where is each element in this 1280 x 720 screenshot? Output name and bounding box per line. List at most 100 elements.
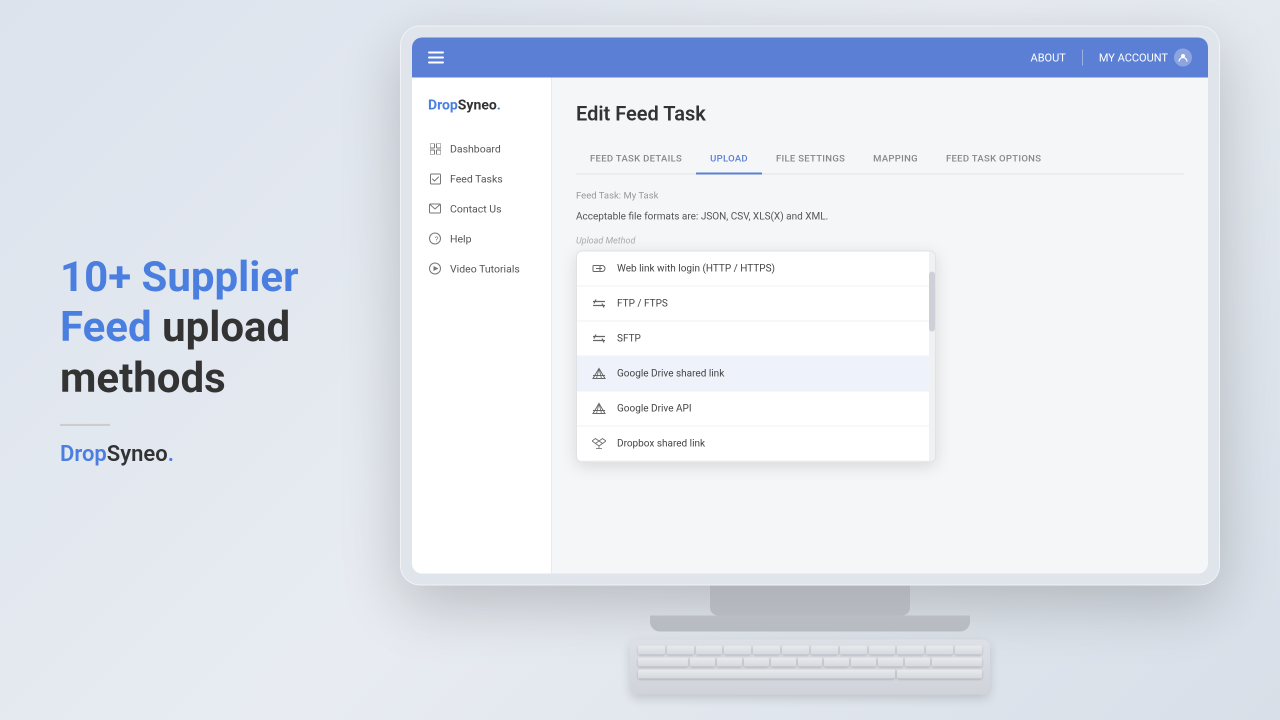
key bbox=[840, 646, 867, 655]
sidebar-item-contact[interactable]: Contact Us bbox=[412, 194, 551, 224]
dropdown-item-ftp[interactable]: FTP / FTPS bbox=[577, 287, 935, 322]
help-circle-icon: ? bbox=[428, 232, 442, 246]
sftp-icon bbox=[591, 331, 607, 347]
main-content: Edit Feed Task FEED TASK DETAILS UPLOAD … bbox=[552, 78, 1208, 574]
dropbox-icon bbox=[591, 436, 607, 452]
dropdown-item-weblink-label: Web link with login (HTTP / HTTPS) bbox=[617, 263, 775, 274]
key bbox=[638, 658, 688, 667]
monitor: ABOUT MY ACCOUNT bbox=[400, 26, 1220, 586]
key bbox=[667, 646, 694, 655]
key bbox=[724, 646, 751, 655]
key bbox=[897, 646, 924, 655]
dropdown-item-sftp-label: SFTP bbox=[617, 333, 641, 344]
key bbox=[869, 646, 896, 655]
key bbox=[753, 646, 780, 655]
monitor-base bbox=[650, 616, 970, 632]
key bbox=[851, 658, 876, 667]
account-icon bbox=[1174, 49, 1192, 67]
marketing-highlight1: 10+ Supplier bbox=[60, 253, 298, 302]
scrollbar-track bbox=[929, 252, 935, 462]
keyboard-row-3 bbox=[638, 670, 982, 679]
dropdown-item-gdrive-api[interactable]: Google Drive API bbox=[577, 392, 935, 427]
tab-mapping[interactable]: MAPPING bbox=[859, 146, 932, 175]
dropdown-item-gdrive-shared[interactable]: Google Drive shared link bbox=[577, 357, 935, 392]
grid-icon bbox=[428, 142, 442, 156]
marketing-logo-drop: Drop bbox=[60, 442, 107, 467]
marketing-logo: DropSyneo. bbox=[60, 442, 340, 467]
marketing-section: 10+ Supplier Feed upload methods DropSyn… bbox=[60, 253, 340, 467]
file-formats-text: Acceptable file formats are: JSON, CSV, … bbox=[576, 212, 1184, 223]
tab-file-settings[interactable]: FILE SETTINGS bbox=[762, 146, 859, 175]
sidebar-item-feed-tasks[interactable]: Feed Tasks bbox=[412, 164, 551, 194]
marketing-divider bbox=[60, 424, 110, 426]
monitor-stand bbox=[710, 586, 910, 616]
key bbox=[798, 658, 823, 667]
sidebar-help-label: Help bbox=[450, 232, 472, 245]
tab-feed-task-details[interactable]: FEED TASK DETAILS bbox=[576, 146, 696, 175]
dropdown-item-weblink[interactable]: Web link with login (HTTP / HTTPS) bbox=[577, 252, 935, 287]
tab-feed-task-options[interactable]: FEED TASK OPTIONS bbox=[932, 146, 1055, 175]
key bbox=[811, 646, 838, 655]
dropdown-item-ftp-label: FTP / FTPS bbox=[617, 298, 668, 309]
key bbox=[926, 646, 953, 655]
marketing-logo-dot: . bbox=[168, 442, 174, 467]
header-divider bbox=[1082, 50, 1083, 66]
tab-upload[interactable]: UPLOAD bbox=[696, 146, 762, 175]
key bbox=[824, 658, 849, 667]
play-circle-icon bbox=[428, 262, 442, 276]
about-link[interactable]: ABOUT bbox=[1031, 51, 1066, 64]
monitor-wrapper: ABOUT MY ACCOUNT bbox=[400, 26, 1220, 695]
scrollbar-thumb[interactable] bbox=[929, 272, 935, 332]
key bbox=[955, 646, 982, 655]
mail-icon bbox=[428, 202, 442, 216]
sidebar-contact-label: Contact Us bbox=[450, 202, 502, 215]
svg-text:?: ? bbox=[435, 237, 439, 244]
dropdown-item-dropbox-label: Dropbox shared link bbox=[617, 438, 705, 449]
sidebar-item-dashboard[interactable]: Dashboard bbox=[412, 134, 551, 164]
key bbox=[905, 658, 930, 667]
upload-method-dropdown[interactable]: Web link with login (HTTP / HTTPS) bbox=[576, 251, 936, 463]
hamburger-menu-icon[interactable] bbox=[428, 47, 444, 68]
dropdown-item-sftp[interactable]: SFTP bbox=[577, 322, 935, 357]
key bbox=[638, 646, 665, 655]
ftp-icon bbox=[591, 296, 607, 312]
upload-method-label: Upload Method bbox=[576, 237, 1184, 247]
my-account-link[interactable]: MY ACCOUNT bbox=[1099, 49, 1192, 67]
key bbox=[771, 658, 796, 667]
key bbox=[744, 658, 769, 667]
keyboard-row-2 bbox=[638, 658, 982, 667]
keyboard-row-1 bbox=[638, 646, 982, 655]
spacebar bbox=[638, 670, 895, 679]
marketing-upload: upload bbox=[152, 303, 291, 352]
app-body: DropSyneo. Dashboard bbox=[412, 78, 1208, 574]
sidebar-video-tutorials-label: Video Tutorials bbox=[450, 262, 520, 275]
key bbox=[696, 646, 723, 655]
key bbox=[782, 646, 809, 655]
marketing-methods: methods bbox=[60, 354, 226, 403]
dropdown-item-dropbox[interactable]: Dropbox shared link bbox=[577, 427, 935, 462]
monitor-screen: ABOUT MY ACCOUNT bbox=[412, 38, 1208, 574]
gdrive-icon bbox=[591, 366, 607, 382]
marketing-title: 10+ Supplier Feed upload methods bbox=[60, 253, 340, 404]
key bbox=[932, 658, 982, 667]
tabs-bar: FEED TASK DETAILS UPLOAD FILE SETTINGS M… bbox=[576, 146, 1184, 175]
key bbox=[897, 670, 983, 679]
dropdown-item-gdrive-api-label: Google Drive API bbox=[617, 403, 692, 414]
sidebar-item-help[interactable]: ? Help bbox=[412, 224, 551, 254]
keyboard bbox=[630, 640, 990, 695]
sidebar-logo-dot: . bbox=[497, 98, 501, 114]
sidebar: DropSyneo. Dashboard bbox=[412, 78, 552, 574]
breadcrumb: Feed Task: My Task bbox=[576, 191, 1184, 202]
sidebar-item-video-tutorials[interactable]: Video Tutorials bbox=[412, 254, 551, 284]
sidebar-dashboard-label: Dashboard bbox=[450, 142, 501, 155]
sidebar-logo-drop: Drop bbox=[428, 98, 458, 114]
key bbox=[878, 658, 903, 667]
key bbox=[717, 658, 742, 667]
sidebar-logo: DropSyneo. bbox=[412, 98, 551, 134]
gdrive-api-icon bbox=[591, 401, 607, 417]
marketing-logo-syneo: Syneo bbox=[107, 442, 168, 467]
link-icon bbox=[591, 261, 607, 277]
sidebar-feed-tasks-label: Feed Tasks bbox=[450, 172, 503, 185]
marketing-feed: Feed bbox=[60, 303, 152, 352]
sidebar-logo-syneo: Syneo bbox=[458, 98, 497, 114]
